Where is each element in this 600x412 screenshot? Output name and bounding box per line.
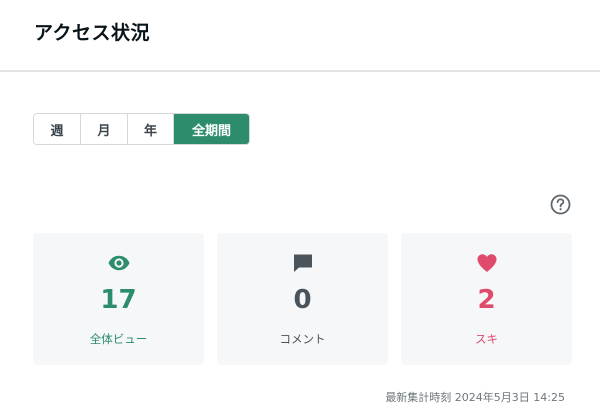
heart-icon (475, 251, 499, 275)
views-value: 17 (100, 285, 137, 315)
tab-week[interactable]: 週 (34, 114, 81, 144)
likes-label: スキ (475, 332, 498, 346)
period-tabs: 週 月 年 全期間 (33, 113, 250, 145)
stat-card-comments: 0 コメント (217, 233, 388, 365)
likes-value: 2 (477, 285, 496, 315)
comments-value: 0 (293, 285, 312, 315)
stat-card-likes: 2 スキ (401, 233, 572, 365)
tab-month[interactable]: 月 (81, 114, 128, 144)
comments-label: コメント (279, 332, 326, 346)
page-header: アクセス状況 (0, 0, 600, 72)
last-updated-text: 最新集計時刻 2024年5月3日 14:25 (385, 391, 565, 404)
views-label: 全体ビュー (89, 332, 148, 346)
tab-year[interactable]: 年 (128, 114, 174, 144)
tab-all-time[interactable]: 全期間 (174, 114, 249, 144)
stat-card-views: 17 全体ビュー (33, 233, 204, 365)
question-circle-icon[interactable] (550, 194, 571, 215)
page-title: アクセス状況 (34, 22, 151, 44)
eye-icon (107, 251, 131, 275)
comment-icon (291, 251, 315, 275)
stats-row: 17 全体ビュー 0 コメント 2 スキ (33, 233, 572, 365)
